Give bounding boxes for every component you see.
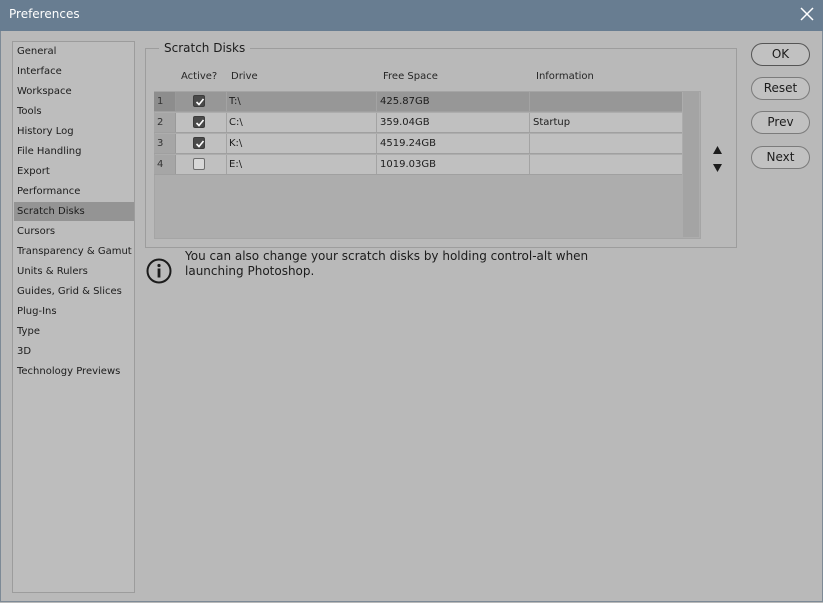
scratch-disk-hint: You can also change your scratch disks b…	[185, 249, 589, 278]
close-icon[interactable]	[799, 6, 815, 22]
column-header-drive: Drive	[231, 71, 258, 82]
active-checkbox[interactable]	[193, 116, 205, 128]
sidebar-item-units-rulers[interactable]: Units & Rulers	[14, 262, 134, 281]
free-space-cell: 359.04GB	[377, 113, 530, 132]
sidebar-item-plug-ins[interactable]: Plug-Ins	[14, 302, 134, 321]
column-header-active: Active?	[181, 71, 218, 82]
sidebar-item-scratch-disks[interactable]: Scratch Disks	[14, 202, 134, 221]
move-up-arrow-icon[interactable]	[712, 140, 723, 154]
row-number: 2	[154, 113, 176, 132]
information-cell	[530, 134, 682, 153]
ok-button[interactable]: OK	[751, 43, 810, 66]
active-cell	[176, 155, 227, 174]
sidebar-item-technology-previews[interactable]: Technology Previews	[14, 362, 134, 381]
row-number: 1	[154, 92, 176, 111]
next-button[interactable]: Next	[751, 146, 810, 169]
sidebar-item-interface[interactable]: Interface	[14, 62, 134, 81]
active-cell	[176, 113, 227, 132]
sidebar-item-transparency-gamut[interactable]: Transparency & Gamut	[14, 242, 134, 261]
sidebar-item-tools[interactable]: Tools	[14, 102, 134, 121]
column-header-free-space: Free Space	[383, 71, 438, 82]
active-checkbox[interactable]	[193, 158, 205, 170]
table-row[interactable]: 3 K:\ 4519.24GB	[154, 134, 682, 154]
sidebar-item-type[interactable]: Type	[14, 322, 134, 341]
drive-cell: K:\	[226, 134, 377, 153]
move-down-arrow-icon[interactable]	[712, 158, 723, 172]
sidebar-item-history-log[interactable]: History Log	[14, 122, 134, 141]
free-space-cell: 1019.03GB	[377, 155, 530, 174]
sidebar-item-workspace[interactable]: Workspace	[14, 82, 134, 101]
table-scrollbar[interactable]	[683, 92, 699, 237]
prev-button[interactable]: Prev	[751, 111, 810, 134]
information-cell	[530, 92, 682, 111]
information-cell: Startup	[533, 117, 571, 128]
reset-button[interactable]: Reset	[751, 77, 810, 100]
table-row[interactable]: 4 E:\ 1019.03GB	[154, 155, 682, 175]
sidebar-item-general[interactable]: General	[14, 42, 134, 61]
free-space-cell: 425.87GB	[377, 92, 530, 111]
drive-cell: E:\	[226, 155, 377, 174]
sidebar-item-3d[interactable]: 3D	[14, 342, 134, 361]
sidebar-item-performance[interactable]: Performance	[14, 182, 134, 201]
sidebar-item-file-handling[interactable]: File Handling	[14, 142, 134, 161]
active-checkbox[interactable]	[193, 95, 205, 107]
group-title: Scratch Disks	[159, 41, 251, 55]
active-checkbox[interactable]	[193, 137, 205, 149]
preferences-sidebar: General Interface Workspace Tools Histor…	[12, 41, 135, 593]
drive-cell: T:\	[226, 92, 377, 111]
window-title: Preferences	[9, 7, 80, 21]
table-row[interactable]: 1 T:\ 425.87GB	[154, 92, 682, 112]
column-header-information: Information	[536, 71, 594, 82]
table-row[interactable]: 2 C:\ 359.04GB Startup	[154, 113, 682, 133]
info-icon	[146, 258, 172, 284]
sidebar-item-export[interactable]: Export	[14, 162, 134, 181]
row-number: 4	[154, 155, 176, 174]
active-cell	[176, 92, 227, 111]
free-space-cell: 4519.24GB	[377, 134, 530, 153]
drive-cell: C:\	[226, 113, 377, 132]
sidebar-item-cursors[interactable]: Cursors	[14, 222, 134, 241]
sidebar-item-guides-grid-slices[interactable]: Guides, Grid & Slices	[14, 282, 134, 301]
row-number: 3	[154, 134, 176, 153]
information-cell	[530, 155, 682, 174]
active-cell	[176, 134, 227, 153]
title-bar: Preferences	[0, 0, 823, 31]
